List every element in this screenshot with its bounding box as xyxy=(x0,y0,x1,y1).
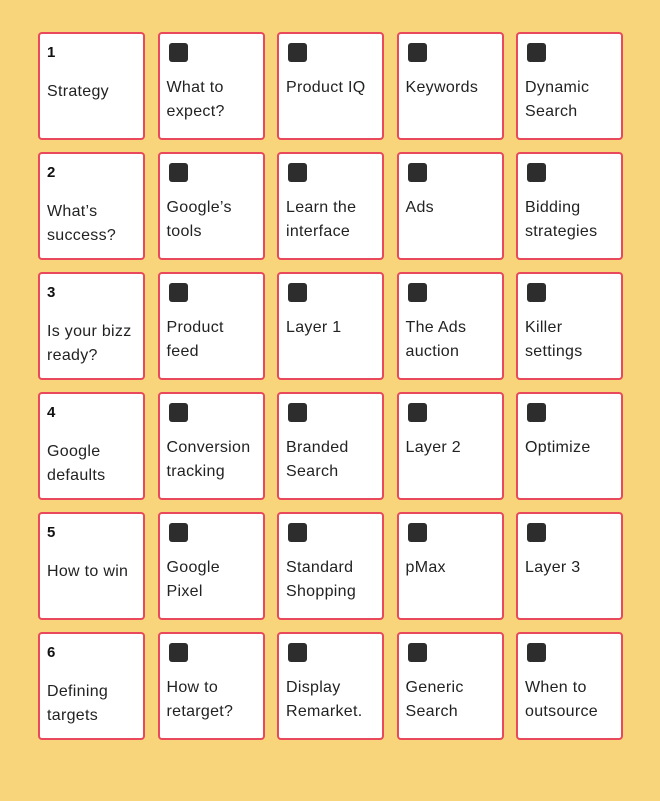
topic-label: Layer 2 xyxy=(405,439,461,456)
checkbox-icon[interactable] xyxy=(288,403,307,422)
step-card[interactable]: 1 Strategy xyxy=(38,32,145,140)
checkbox-icon[interactable] xyxy=(168,163,188,182)
topic-card[interactable]: Killer settings xyxy=(516,272,623,380)
topic-label: Learn the interface xyxy=(286,199,357,240)
checkbox-icon[interactable] xyxy=(288,283,307,302)
topic-card[interactable]: The Ads auction xyxy=(396,272,504,380)
topic-label: Layer 1 xyxy=(286,319,342,336)
checkbox-icon[interactable] xyxy=(407,643,427,662)
checkbox-icon[interactable] xyxy=(527,43,546,62)
topic-label: Killer settings xyxy=(525,319,583,360)
topic-label: Layer 3 xyxy=(525,559,581,576)
checkbox-icon[interactable] xyxy=(407,403,427,422)
step-label: Defining targets xyxy=(47,683,109,724)
topic-label: Keywords xyxy=(405,79,479,96)
checkbox-icon[interactable] xyxy=(288,523,307,542)
topic-card[interactable]: Learn the interface xyxy=(277,152,384,260)
step-card[interactable]: 4 Google defaults xyxy=(38,392,145,500)
checkbox-icon[interactable] xyxy=(407,283,427,302)
topic-card[interactable]: Google Pixel xyxy=(157,512,265,620)
topic-label: The Ads auction xyxy=(405,319,467,360)
step-card[interactable]: 2 What’s success? xyxy=(38,152,145,260)
topic-label: Branded Search xyxy=(286,439,349,480)
checkbox-icon[interactable] xyxy=(168,523,188,542)
topic-card[interactable]: Google’s tools xyxy=(157,152,265,260)
checkbox-icon[interactable] xyxy=(527,643,546,662)
topic-label: pMax xyxy=(405,559,446,576)
step-number: 6 xyxy=(47,644,56,661)
topic-card[interactable]: Layer 3 xyxy=(516,512,623,620)
topic-card[interactable]: Ads xyxy=(396,152,504,260)
checkbox-icon[interactable] xyxy=(288,43,307,62)
step-label: What’s success? xyxy=(47,203,117,244)
step-number: 5 xyxy=(47,524,56,541)
topic-card[interactable]: Layer 1 xyxy=(277,272,384,380)
step-label: How to win xyxy=(47,563,129,580)
step-card[interactable]: 3 Is your bizz ready? xyxy=(38,272,145,380)
course-grid: 1 Strategy What to expect? Product IQ Keywor… xyxy=(38,32,623,740)
step-card[interactable]: 5 How to win xyxy=(38,512,145,620)
topic-card[interactable]: Standard Shopping xyxy=(277,512,384,620)
topic-label: When to outsource xyxy=(525,679,598,720)
step-label: Google defaults xyxy=(47,443,106,484)
step-number: 2 xyxy=(47,164,56,181)
topic-label: Conversion tracking xyxy=(166,439,251,480)
topic-card[interactable]: Keywords xyxy=(396,32,504,140)
checkbox-icon[interactable] xyxy=(407,523,427,542)
topic-label: Google’s tools xyxy=(166,199,232,240)
topic-card[interactable]: Layer 2 xyxy=(396,392,504,500)
topic-label: Dynamic Search xyxy=(525,79,590,120)
checkbox-icon[interactable] xyxy=(168,403,188,422)
topic-label: Google Pixel xyxy=(166,559,220,600)
topic-card[interactable]: Dynamic Search xyxy=(516,32,623,140)
step-number: 1 xyxy=(47,44,56,61)
topic-card[interactable]: Generic Search xyxy=(396,632,504,740)
topic-label: Ads xyxy=(405,199,434,216)
checkbox-icon[interactable] xyxy=(288,643,307,662)
topic-card[interactable]: What to expect? xyxy=(157,32,265,140)
topic-label: Standard Shopping xyxy=(286,559,357,600)
checkbox-icon[interactable] xyxy=(527,523,546,542)
checkbox-icon[interactable] xyxy=(527,163,546,182)
topic-card[interactable]: Branded Search xyxy=(277,392,384,500)
topic-label: Optimize xyxy=(525,439,591,456)
step-label: Strategy xyxy=(47,83,109,100)
checkbox-icon[interactable] xyxy=(527,283,546,302)
topic-label: How to retarget? xyxy=(166,679,234,720)
topic-label: Bidding strategies xyxy=(525,199,598,240)
step-label: Is your bizz ready? xyxy=(47,323,132,364)
topic-label: Product IQ xyxy=(286,79,366,96)
topic-card[interactable]: Bidding strategies xyxy=(516,152,623,260)
checkbox-icon[interactable] xyxy=(168,43,188,62)
topic-label: Display Remarket. xyxy=(286,679,363,720)
topic-card[interactable]: How to retarget? xyxy=(157,632,265,740)
checkbox-icon[interactable] xyxy=(288,163,307,182)
topic-card[interactable]: Display Remarket. xyxy=(277,632,384,740)
checkbox-icon[interactable] xyxy=(168,643,188,662)
topic-card[interactable]: Product feed xyxy=(157,272,265,380)
topic-card[interactable]: pMax xyxy=(396,512,504,620)
checkbox-icon[interactable] xyxy=(168,283,188,302)
topic-label: Product feed xyxy=(166,319,224,360)
step-card[interactable]: 6 Defining targets xyxy=(38,632,145,740)
topic-card[interactable]: Product IQ xyxy=(277,32,384,140)
topic-label: What to expect? xyxy=(166,79,225,120)
topic-label: Generic Search xyxy=(405,679,464,720)
checkbox-icon[interactable] xyxy=(527,403,546,422)
step-number: 3 xyxy=(47,284,56,301)
topic-card[interactable]: Optimize xyxy=(516,392,623,500)
step-number: 4 xyxy=(47,404,56,421)
checkbox-icon[interactable] xyxy=(407,163,427,182)
topic-card[interactable]: Conversion tracking xyxy=(157,392,265,500)
checkbox-icon[interactable] xyxy=(407,43,427,62)
topic-card[interactable]: When to outsource xyxy=(516,632,623,740)
